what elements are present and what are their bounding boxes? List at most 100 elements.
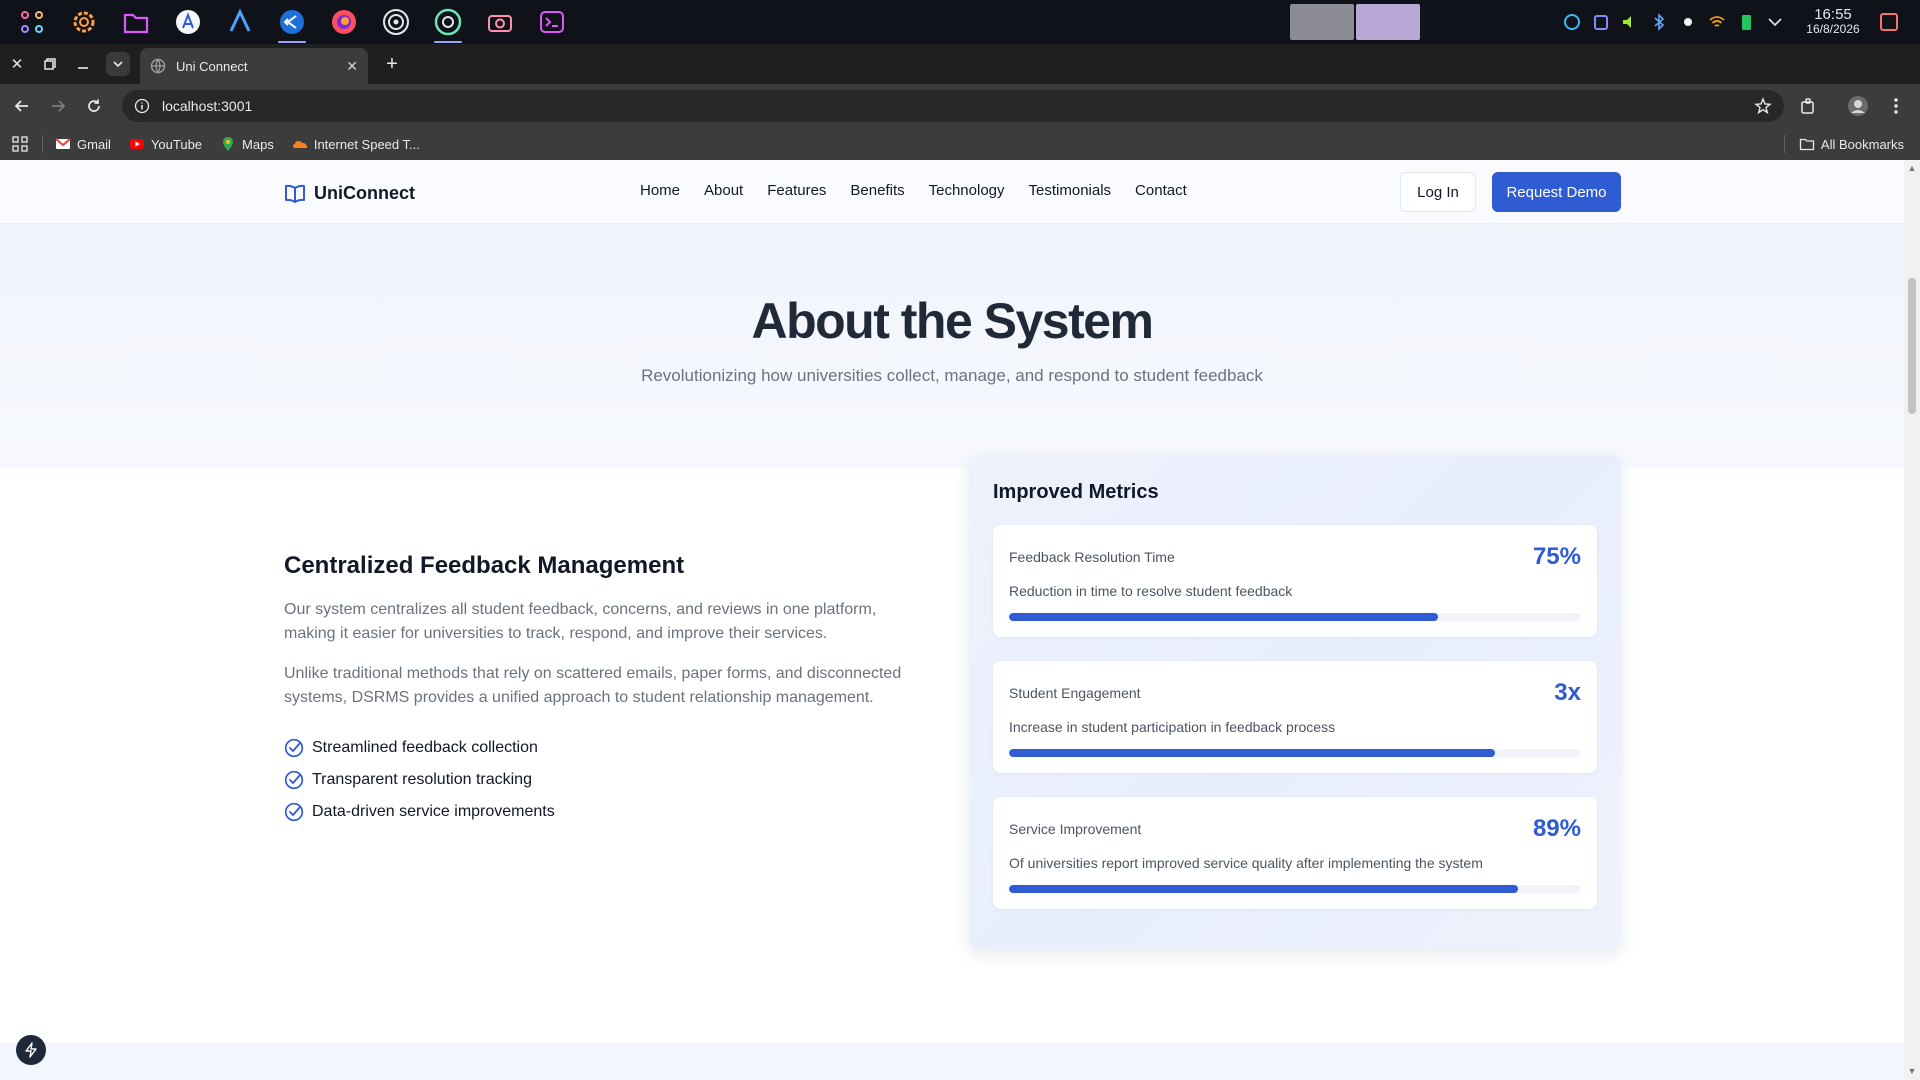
request-demo-button[interactable]: Request Demo: [1492, 172, 1621, 212]
chrome-icon[interactable]: [428, 2, 468, 43]
login-button[interactable]: Log In: [1400, 172, 1476, 212]
dev-tools-bolt-icon[interactable]: [16, 1035, 46, 1065]
workspace-thumb[interactable]: [1488, 4, 1552, 40]
bookmark-speed-test[interactable]: Internet Speed T...: [292, 136, 420, 152]
metric-description: Reduction in time to resolve student fee…: [1009, 583, 1293, 599]
workspace-thumb[interactable]: [1290, 4, 1354, 40]
obs-icon[interactable]: [376, 2, 416, 42]
metric-name: Service Improvement: [1009, 821, 1142, 837]
settings-gear-icon[interactable]: [64, 2, 104, 42]
progress-track: [1009, 749, 1581, 757]
checklist-label: Transparent resolution tracking: [312, 771, 532, 788]
tab-search-dropdown-icon[interactable]: [106, 52, 130, 76]
minimize-window-icon[interactable]: [71, 52, 95, 76]
close-tab-icon[interactable]: ✕: [346, 58, 358, 75]
page-viewport: UniConnect Home About Features Benefits …: [0, 160, 1904, 1080]
terminal-icon[interactable]: [532, 2, 572, 42]
scroll-down-arrow-icon[interactable]: ▼: [1907, 1066, 1917, 1076]
scroll-up-arrow-icon[interactable]: ▲: [1907, 163, 1917, 173]
workspace-previews[interactable]: [1290, 4, 1552, 40]
new-tab-plus-icon[interactable]: +: [380, 52, 404, 76]
wifi-icon[interactable]: [1707, 12, 1727, 32]
bookmarks-separator: [42, 135, 43, 153]
clipboard-icon[interactable]: [1591, 12, 1611, 32]
folder-icon: [1799, 138, 1815, 151]
list-item: Data-driven service improvements: [284, 796, 924, 828]
files-folder-icon[interactable]: [116, 2, 156, 42]
extensions-puzzle-icon[interactable]: [1796, 94, 1820, 118]
workspace-thumb[interactable]: [1422, 4, 1486, 40]
firefox-icon[interactable]: [324, 2, 364, 42]
section-paragraph: Unlike traditional methods that rely on …: [284, 665, 902, 706]
site-info-icon[interactable]: [134, 98, 150, 114]
nav-home[interactable]: Home: [640, 182, 680, 199]
bookmark-star-icon[interactable]: [1754, 97, 1772, 115]
brand-name: UniConnect: [314, 182, 415, 203]
section-paragraph: Our system centralizes all student feedb…: [284, 601, 877, 642]
check-circle-icon: [284, 738, 304, 758]
metric-description: Increase in student participation in fee…: [1009, 719, 1336, 735]
site-nav-links: Home About Features Benefits Technology …: [640, 182, 1187, 199]
editor-icon[interactable]: [220, 2, 260, 42]
sync-icon[interactable]: [1562, 12, 1582, 32]
system-tray: [1562, 0, 1785, 44]
scrollbar-thumb[interactable]: [1908, 278, 1916, 414]
brightness-icon[interactable]: [1678, 12, 1698, 32]
bookmark-gmail[interactable]: Gmail: [55, 136, 111, 152]
clock-date: 16/8/2026: [1806, 22, 1860, 37]
bluetooth-icon[interactable]: [1649, 12, 1669, 32]
page-title: About the System: [751, 293, 1154, 349]
progress-track: [1009, 613, 1581, 621]
all-bookmarks[interactable]: All Bookmarks: [1783, 135, 1904, 153]
nav-features[interactable]: Features: [767, 182, 826, 199]
show-desktop-icon[interactable]: [1878, 12, 1900, 32]
browser-menu-kebab-icon[interactable]: [1884, 94, 1908, 118]
metric-value: 75%: [1532, 543, 1581, 570]
browser-tab-active[interactable]: Uni Connect ✕: [140, 48, 368, 84]
vscode-icon[interactable]: [272, 2, 312, 43]
feedback-management-section: Centralized Feedback Management Our syst…: [284, 552, 924, 828]
restore-window-icon[interactable]: [38, 52, 62, 76]
site-logo[interactable]: UniConnect: [284, 182, 415, 204]
workspace-thumb[interactable]: [1356, 4, 1420, 40]
bookmarks-bar: Gmail YouTube Maps Internet Speed T... A…: [0, 128, 1920, 160]
os-taskbar: 16:55 16/8/2026: [0, 0, 1920, 44]
nav-contact[interactable]: Contact: [1135, 182, 1187, 199]
address-bar[interactable]: localhost:3001: [122, 90, 1784, 122]
nav-technology[interactable]: Technology: [929, 182, 1005, 199]
progress-fill: [1009, 885, 1519, 893]
page-scrollbar[interactable]: ▲ ▼: [1904, 160, 1920, 1080]
close-window-icon[interactable]: ✕: [5, 52, 29, 76]
bookmark-label: Maps: [242, 136, 274, 152]
progress-fill: [1009, 613, 1438, 621]
camera-icon[interactable]: [480, 2, 520, 42]
metric-description: Of universities report improved service …: [1009, 855, 1483, 871]
benefit-checklist: Streamlined feedback collection Transpar…: [284, 732, 924, 828]
volume-icon[interactable]: [1620, 12, 1640, 32]
gmail-icon: [55, 138, 71, 149]
bookmark-maps[interactable]: Maps: [220, 136, 274, 152]
bookmark-youtube[interactable]: YouTube: [129, 136, 202, 152]
chevron-down-icon[interactable]: [1765, 12, 1785, 32]
nav-testimonials[interactable]: Testimonials: [1029, 182, 1112, 199]
nav-benefits[interactable]: Benefits: [850, 182, 904, 199]
back-arrow-icon[interactable]: [10, 94, 34, 118]
nav-about[interactable]: About: [704, 182, 743, 199]
profile-avatar[interactable]: [1846, 94, 1870, 118]
app-store-icon[interactable]: [168, 2, 208, 42]
browser-tab-bar: ✕ Uni Connect ✕ +: [0, 44, 1920, 84]
clock-time: 16:55: [1814, 6, 1852, 23]
clock[interactable]: 16:55 16/8/2026: [1798, 6, 1868, 37]
metric-card: Service Improvement 89% Of universities …: [993, 797, 1597, 909]
apps-grid-icon[interactable]: [12, 136, 28, 152]
metric-value: 3x: [1554, 679, 1581, 706]
battery-icon[interactable]: [1736, 12, 1756, 32]
bookmark-label: Gmail: [77, 136, 111, 152]
app-launcher-icon[interactable]: [12, 2, 52, 42]
forward-arrow-icon[interactable]: [46, 94, 70, 118]
reload-icon[interactable]: [82, 94, 106, 118]
bookmarks-separator: [1783, 135, 1785, 153]
metric-card: Feedback Resolution Time 75% Reduction i…: [993, 525, 1597, 637]
metrics-card: Improved Metrics Feedback Resolution Tim…: [969, 455, 1621, 949]
metrics-title: Improved Metrics: [993, 481, 1159, 503]
